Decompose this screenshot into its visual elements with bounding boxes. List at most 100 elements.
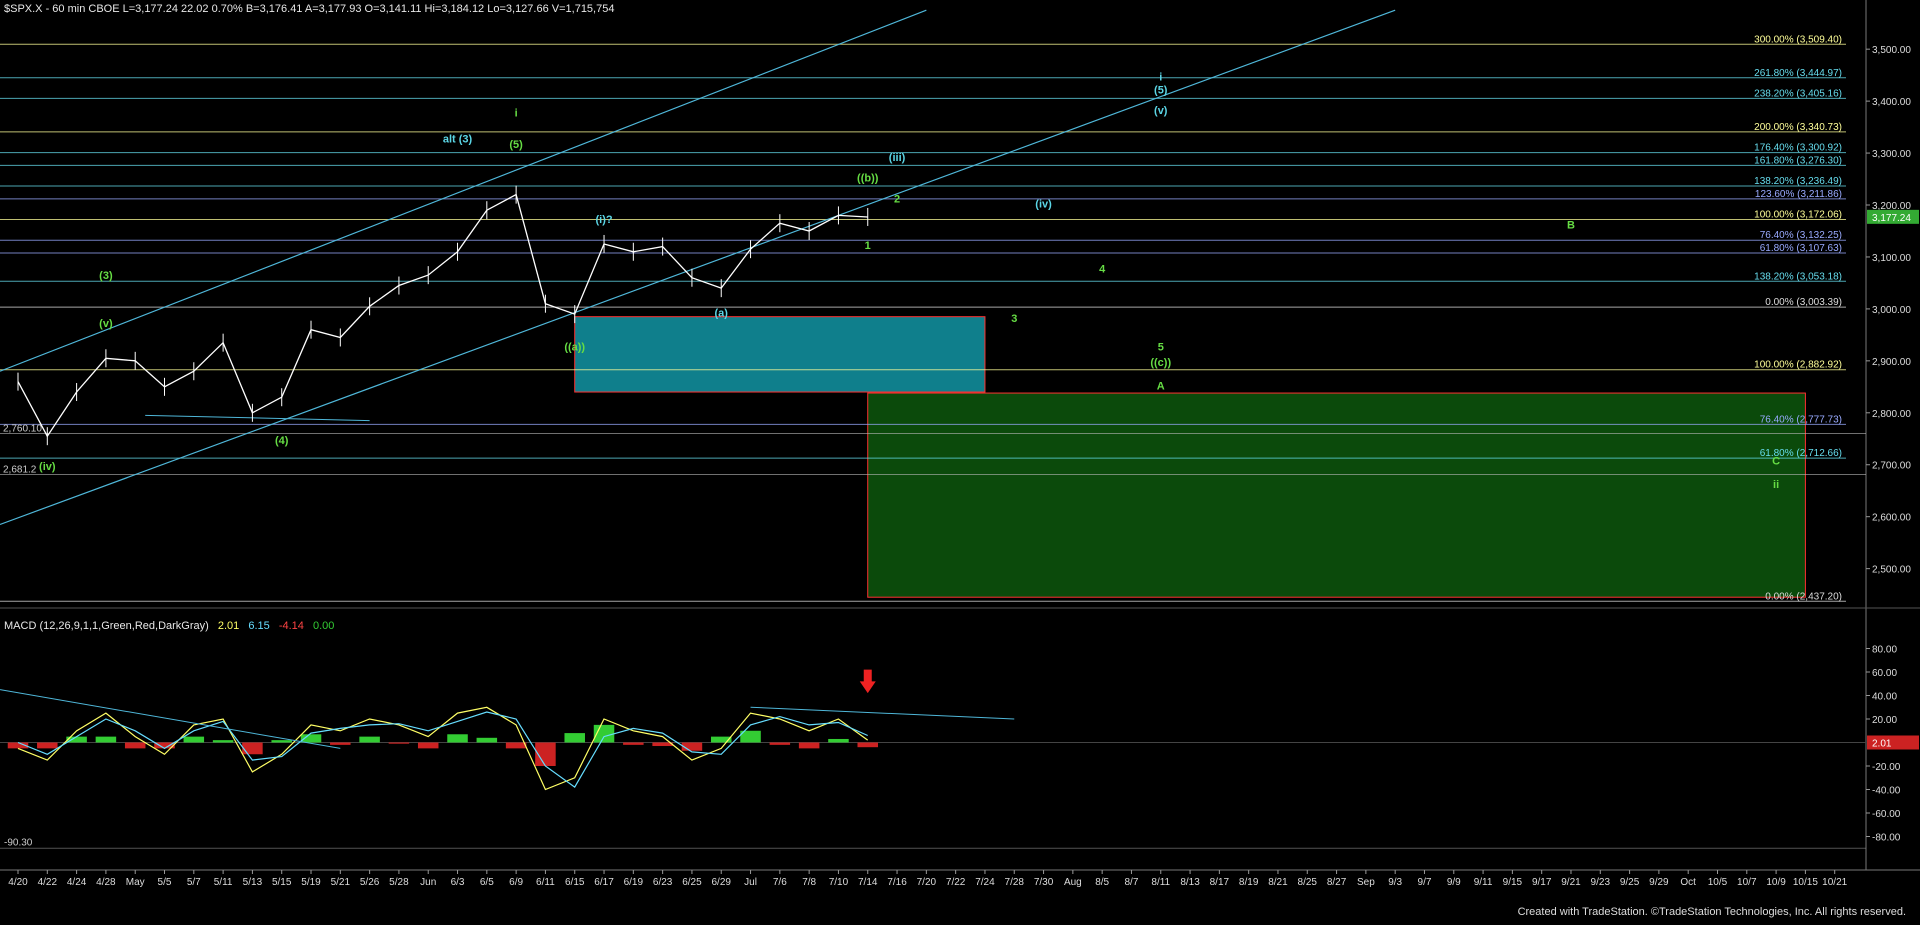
macd-hist-bar-27 <box>798 742 820 749</box>
macd-hist-bar-13 <box>388 742 410 744</box>
macd-hist-bar-8 <box>242 742 263 755</box>
time-tick-label-55: 9/25 <box>1620 877 1640 888</box>
price-tick-label-2: 2,700.00 <box>1872 461 1911 472</box>
last-price-label: 3,177.24 <box>1872 213 1911 224</box>
fib-level-label-4: 176.40% (3,300.92) <box>1754 143 1842 154</box>
macd-current-label: 2.01 <box>1872 739 1892 750</box>
macd-hist-bar-4 <box>124 742 146 749</box>
time-tick-label-40: 8/13 <box>1180 877 1200 888</box>
symbol-header: $SPX.X - 60 min CBOE L=3,177.24 22.02 0.… <box>4 3 615 15</box>
price-tick-label-0: 2,500.00 <box>1872 565 1911 576</box>
tradestation-chart: 300.00% (3,509.40) 261.80% (3,444.97) 238.… <box>0 0 1920 920</box>
time-tick-label-19: 6/15 <box>565 877 585 888</box>
price-tick-label-3: 2,800.00 <box>1872 409 1911 420</box>
fib-level-label-6: 138.20% (3,236.49) <box>1754 176 1842 187</box>
time-tick-label-3: 4/28 <box>96 877 116 888</box>
time-tick-label-41: 8/17 <box>1210 877 1230 888</box>
fib-level-label-5: 161.80% (3,276.30) <box>1754 155 1842 166</box>
macd-hist-bar-12 <box>359 736 380 743</box>
time-tick-label-38: 8/7 <box>1125 877 1139 888</box>
time-tick-label-53: 9/21 <box>1561 877 1581 888</box>
wave-label-9: (a) <box>715 308 729 320</box>
wave-label-16: (5) <box>1154 84 1168 96</box>
time-tick-label-12: 5/26 <box>360 877 380 888</box>
price-tick-label-9: 3,400.00 <box>1872 97 1911 108</box>
macd-tick-label-7: 80.00 <box>1872 645 1897 656</box>
time-tick-label-51: 9/15 <box>1503 877 1523 888</box>
time-tick-label-31: 7/20 <box>917 877 937 888</box>
time-tick-label-58: 10/5 <box>1708 877 1728 888</box>
time-tick-label-15: 6/3 <box>451 877 465 888</box>
macd-hist-bar-15 <box>447 734 468 743</box>
time-tick-label-26: 7/6 <box>773 877 787 888</box>
wave-label-7: (i)? <box>595 214 612 226</box>
fib-level-label-14: 76.40% (2,777.73) <box>1760 414 1842 425</box>
time-tick-label-35: 7/30 <box>1034 877 1054 888</box>
macd-line <box>17 706 869 791</box>
macd-hist-bar-28 <box>828 738 849 743</box>
wave-label-17: (v) <box>1154 105 1168 117</box>
time-tick-label-62: 10/21 <box>1822 877 1847 888</box>
fib-level-label-11: 138.20% (3,053.18) <box>1754 271 1842 282</box>
support-trend-line <box>145 414 370 422</box>
time-tick-label-50: 9/11 <box>1474 877 1493 888</box>
wave-label-18: 4 <box>1099 264 1106 276</box>
wave-label-12: 2 <box>894 193 900 205</box>
wave-label-19: 3 <box>1011 313 1017 325</box>
time-tick-label-8: 5/13 <box>243 877 263 888</box>
fib-level-label-16: 0.00% (2,437.20) <box>1765 591 1842 602</box>
macd-value-3: -4.14 <box>278 620 304 632</box>
wave-label-3: (4) <box>275 435 289 447</box>
time-tick-label-28: 7/10 <box>829 877 849 888</box>
time-tick-label-43: 8/21 <box>1268 877 1288 888</box>
macd-signal-line <box>17 711 868 788</box>
wave-label-10: ((b)) <box>857 173 879 185</box>
time-tick-label-52: 9/17 <box>1532 877 1552 888</box>
wave-label-13: 1 <box>865 240 871 252</box>
wave-label-25: ii <box>1773 479 1779 491</box>
macd-tick-label-2: -40.00 <box>1872 786 1901 797</box>
time-tick-label-18: 6/11 <box>536 877 555 888</box>
time-tick-label-30: 7/16 <box>887 877 907 888</box>
time-tick-label-21: 6/19 <box>624 877 644 888</box>
fib-level-label-3: 200.00% (3,340.73) <box>1754 122 1842 133</box>
wave-label-6: i <box>515 108 518 120</box>
wave-label-0: (3) <box>99 270 113 282</box>
price-tick-label-8: 3,300.00 <box>1872 149 1911 160</box>
wave-label-8: ((a)) <box>564 341 585 353</box>
price-tick-label-4: 2,900.00 <box>1872 357 1911 368</box>
fib-level-label-9: 76.40% (3,132.25) <box>1760 230 1842 241</box>
macd-tick-label-4: 20.00 <box>1872 715 1897 726</box>
extra-level-label-0: 2,760.10 <box>3 424 42 435</box>
time-tick-label-24: 6/29 <box>712 877 732 888</box>
macd-hist-bar-17 <box>505 742 527 749</box>
extra-level-label-1: 2,681.2 <box>3 465 37 476</box>
wave-label-5: (5) <box>509 139 523 151</box>
fib-level-label-13: 100.00% (2,882.92) <box>1754 360 1842 371</box>
macd-value-2: 6.15 <box>248 620 270 632</box>
macd-hist-bar-11 <box>330 742 351 745</box>
fib-level-label-0: 300.00% (3,509.40) <box>1754 34 1842 45</box>
time-tick-label-47: 9/3 <box>1388 877 1402 888</box>
time-tick-label-49: 9/9 <box>1447 877 1461 888</box>
wave-label-4: alt (3) <box>443 134 473 146</box>
time-tick-label-37: 8/5 <box>1095 877 1109 888</box>
macd-hist-bar-9 <box>271 740 292 743</box>
time-tick-label-2: 4/24 <box>67 877 87 888</box>
wave-label-14: (iv) <box>1035 199 1052 211</box>
macd-tick-label-1: -60.00 <box>1872 809 1901 820</box>
time-tick-label-56: 9/29 <box>1649 877 1669 888</box>
wave-label-23: B <box>1567 219 1575 231</box>
fib-level-label-1: 261.80% (3,444.97) <box>1754 68 1842 79</box>
time-tick-label-57: Oct <box>1680 877 1696 888</box>
macd-header: MACD (12,26,9,1,1,Green,Red,DarkGray) 2.… <box>4 620 334 632</box>
time-tick-label-23: 6/25 <box>682 877 702 888</box>
macd-hist-bar-29 <box>857 742 879 748</box>
macd-trend-line-2 <box>750 706 1015 720</box>
price-line <box>17 193 868 438</box>
time-tick-label-36: Aug <box>1064 877 1082 888</box>
footer-credit: Created with TradeStation. ©TradeStation… <box>1517 906 1906 918</box>
time-tick-label-33: 7/24 <box>975 877 995 888</box>
time-tick-label-16: 6/5 <box>480 877 494 888</box>
time-tick-label-29: 7/14 <box>858 877 878 888</box>
